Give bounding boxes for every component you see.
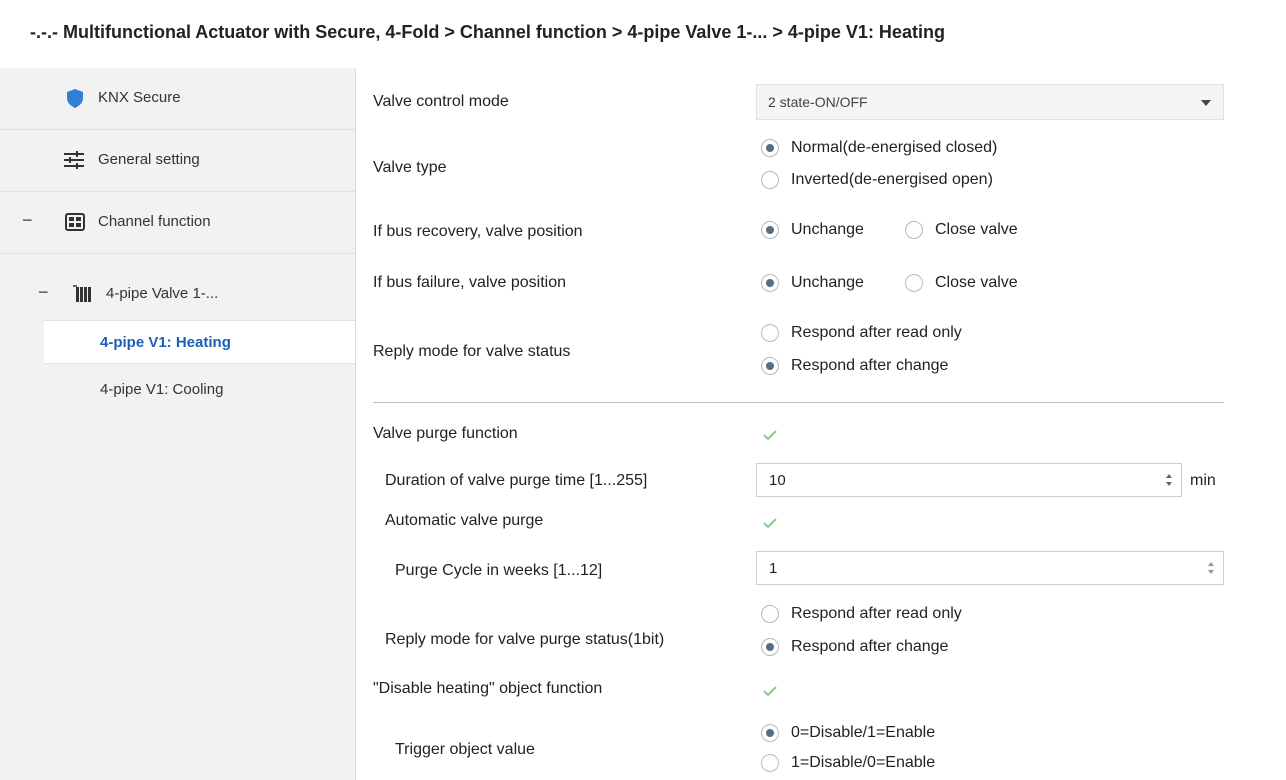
radio-selected-icon (761, 274, 779, 292)
sidebar: KNX Secure General setting − Channel fun… (0, 68, 356, 780)
bus-recovery-close-radio[interactable]: Close valve (905, 221, 1018, 239)
radio-label: Unchange (791, 221, 864, 238)
checkmark-icon (763, 518, 777, 529)
param-label-purge-duration: Duration of valve purge time [1...255] (385, 472, 648, 489)
purge-cycle-input[interactable]: 1 (756, 551, 1224, 585)
radio-label: Inverted(de-energised open) (791, 171, 993, 188)
auto-purge-checkbox[interactable] (761, 514, 779, 532)
section-divider (373, 402, 1224, 403)
radio-selected-icon (761, 357, 779, 375)
radio-label: Respond after read only (791, 324, 962, 341)
sidebar-item-label: General setting (98, 151, 200, 168)
trigger-value-1-disable-radio[interactable]: 1=Disable/0=Enable (761, 754, 935, 772)
radio-label: Normal(de-energised closed) (791, 139, 998, 156)
purge-reply-after-change-radio[interactable]: Respond after change (761, 638, 948, 656)
input-value: 1 (769, 560, 778, 577)
purge-duration-input[interactable]: 10 (756, 463, 1182, 497)
radio-selected-icon (761, 638, 779, 656)
radio-label: Respond after change (791, 638, 949, 655)
radio-unselected-icon (905, 274, 923, 292)
bus-failure-close-radio[interactable]: Close valve (905, 274, 1018, 292)
radio-label: Respond after change (791, 357, 949, 374)
param-label-auto-purge: Automatic valve purge (385, 512, 544, 529)
unit-label: min (1190, 472, 1216, 489)
radio-label: 0=Disable/1=Enable (791, 724, 936, 741)
sidebar-item-label: 4-pipe V1: Heating (100, 334, 231, 351)
sidebar-item-knx-secure[interactable]: KNX Secure (0, 68, 355, 130)
radio-unselected-icon (761, 324, 779, 342)
sidebar-item-label: KNX Secure (98, 89, 181, 106)
breadcrumb-header: -.-.- Multifunctional Actuator with Secu… (0, 0, 1286, 68)
param-label-bus-failure: If bus failure, valve position (373, 274, 566, 291)
reply-mode-after-change-radio[interactable]: Respond after change (761, 357, 948, 375)
collapse-icon[interactable]: − (38, 282, 49, 303)
checkmark-icon (763, 430, 777, 441)
param-label-valve-type: Valve type (373, 159, 447, 176)
radio-selected-icon (761, 221, 779, 239)
sidebar-item-label: 4-pipe Valve 1-... (106, 285, 219, 302)
valve-type-inverted-radio[interactable]: Inverted(de-energised open) (761, 171, 993, 189)
chevron-down-icon (1201, 100, 1211, 106)
param-label-valve-purge: Valve purge function (373, 425, 518, 442)
param-label-disable-heating: "Disable heating" object function (373, 680, 603, 697)
sidebar-item-channel-function[interactable]: − Channel function (0, 192, 355, 254)
radio-selected-icon (761, 139, 779, 157)
radio-label: Respond after read only (791, 605, 962, 622)
sliders-icon (62, 149, 84, 171)
param-label-reply-mode: Reply mode for valve status (373, 343, 571, 360)
reply-mode-read-only-radio[interactable]: Respond after read only (761, 324, 962, 342)
param-label-purge-cycle: Purge Cycle in weeks [1...12] (395, 562, 603, 579)
sidebar-item-label: 4-pipe V1: Cooling (100, 381, 224, 398)
bus-recovery-unchange-radio[interactable]: Unchange (761, 221, 864, 239)
radio-label: Unchange (791, 274, 864, 291)
radio-selected-icon (761, 724, 779, 742)
param-label-trigger-value: Trigger object value (395, 741, 535, 758)
sidebar-item-general-setting[interactable]: General setting (0, 130, 355, 192)
radiator-icon (72, 283, 94, 305)
sidebar-item-4-pipe-valve[interactable]: − 4-pipe Valve 1-... (0, 264, 355, 326)
radio-label: 1=Disable/0=Enable (791, 754, 936, 771)
sidebar-item-4-pipe-v1-cooling[interactable]: 4-pipe V1: Cooling (44, 368, 355, 412)
sidebar-item-4-pipe-v1-heating[interactable]: 4-pipe V1: Heating (44, 320, 355, 364)
valve-control-mode-select[interactable]: 2 state-ON/OFF (756, 84, 1224, 120)
input-value: 10 (769, 472, 786, 489)
disable-heating-checkbox[interactable] (761, 682, 779, 700)
shield-icon (64, 87, 86, 109)
radio-label: Close valve (935, 274, 1018, 291)
radio-label: Close valve (935, 221, 1018, 238)
grid-icon (64, 211, 86, 233)
parameter-panel: Valve control mode 2 state-ON/OFF Valve … (356, 68, 1286, 780)
param-label-bus-recovery: If bus recovery, valve position (373, 223, 583, 240)
param-label-valve-control-mode: Valve control mode (373, 93, 509, 110)
valve-type-normal-radio[interactable]: Normal(de-energised closed) (761, 139, 997, 157)
trigger-value-0-disable-radio[interactable]: 0=Disable/1=Enable (761, 724, 935, 742)
valve-purge-checkbox[interactable] (761, 426, 779, 444)
param-label-purge-reply: Reply mode for valve purge status(1bit) (385, 631, 665, 648)
radio-unselected-icon (761, 754, 779, 772)
radio-unselected-icon (905, 221, 923, 239)
radio-unselected-icon (761, 605, 779, 623)
breadcrumb: -.-.- Multifunctional Actuator with Secu… (30, 22, 945, 42)
bus-failure-unchange-radio[interactable]: Unchange (761, 274, 864, 292)
purge-reply-read-only-radio[interactable]: Respond after read only (761, 605, 962, 623)
spinner-arrows-icon[interactable] (1207, 559, 1215, 577)
collapse-icon[interactable]: − (22, 210, 33, 231)
radio-unselected-icon (761, 171, 779, 189)
sidebar-item-label: Channel function (98, 213, 211, 230)
spinner-arrows-icon[interactable] (1165, 471, 1173, 489)
checkmark-icon (763, 686, 777, 697)
select-value: 2 state-ON/OFF (768, 94, 868, 110)
